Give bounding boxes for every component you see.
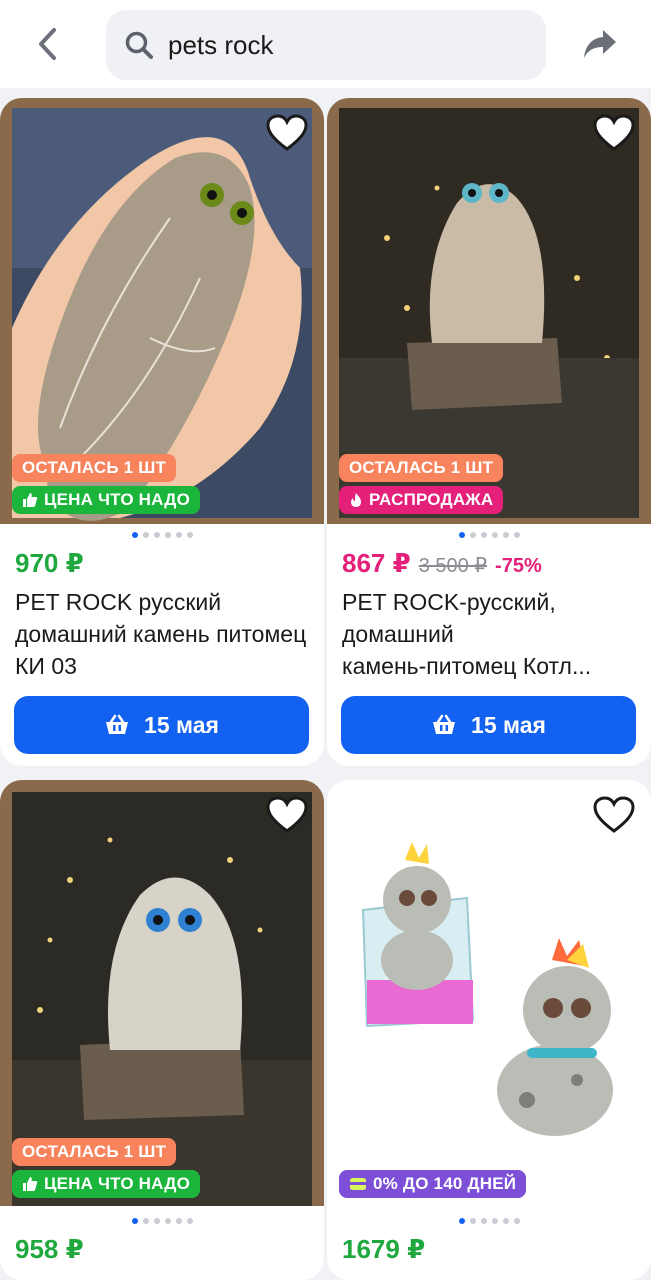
installment-badge: 0% ДО 140 ДНЕЙ xyxy=(339,1170,527,1198)
photo-pagination xyxy=(0,1218,324,1224)
price-badge-label: ЦЕНА ЧТО НАДО xyxy=(44,1174,191,1193)
stock-badge: ОСТАЛАСЬ 1 ШТ xyxy=(339,454,504,482)
basket-icon xyxy=(106,714,129,734)
search-icon xyxy=(125,31,153,59)
product-card[interactable]: ОСТАЛАСЬ 1 ШТ ЦЕНА ЧТО НАДО 958 ₽ xyxy=(0,780,324,1280)
share-button[interactable] xyxy=(580,24,620,64)
stock-badge: ОСТАЛАСЬ 1 ШТ xyxy=(12,454,177,482)
price-badge: ЦЕНА ЧТО НАДО xyxy=(12,1170,201,1198)
product-photo[interactable]: ОСТАЛАСЬ 1 ШТ РАСПРОДАЖА xyxy=(327,98,651,524)
product-photo[interactable]: ОСТАЛАСЬ 1 ШТ ЦЕНА ЧТО НАДО xyxy=(0,98,324,524)
search-input[interactable] xyxy=(168,29,528,61)
flame-icon xyxy=(351,493,361,507)
sale-badge: РАСПРОДАЖА xyxy=(339,486,504,514)
add-to-cart-button[interactable]: 15 мая xyxy=(14,696,309,754)
thumbs-up-icon xyxy=(23,493,38,507)
discount: -75% xyxy=(495,555,542,577)
search-field[interactable] xyxy=(106,10,546,80)
thumbs-up-icon xyxy=(23,1177,38,1191)
stock-badge: ОСТАЛАСЬ 1 ШТ xyxy=(12,1138,177,1166)
product-title[interactable]: PET ROCK-русский, домашний камень-питоме… xyxy=(342,586,642,682)
price-row: 867 ₽ 3 500 ₽ -75% xyxy=(342,548,542,579)
sale-badge-label: РАСПРОДАЖА xyxy=(369,490,494,509)
price: 970 ₽ xyxy=(15,548,84,578)
add-to-cart-button[interactable]: 15 мая xyxy=(341,696,636,754)
photo-pagination xyxy=(327,532,651,538)
product-title[interactable]: PET ROCK русский домашний камень питомец… xyxy=(15,586,315,682)
back-button[interactable] xyxy=(28,24,68,64)
delivery-date: 15 мая xyxy=(144,711,219,738)
heart-outline-icon[interactable] xyxy=(266,796,308,834)
product-card[interactable]: ОСТАЛАСЬ 1 ШТ РАСПРОДАЖА 867 ₽ 3 500 ₽ -… xyxy=(327,98,651,766)
price-badge-label: ЦЕНА ЧТО НАДО xyxy=(44,490,191,509)
photo-pagination xyxy=(0,532,324,538)
product-card[interactable]: ОСТАЛАСЬ 1 ШТ ЦЕНА ЧТО НАДО 970 ₽ PET RO… xyxy=(0,98,324,766)
heart-outline-icon[interactable] xyxy=(593,796,635,834)
product-photo[interactable]: ОСТАЛАСЬ 1 ШТ ЦЕНА ЧТО НАДО xyxy=(0,780,324,1206)
price-row: 970 ₽ xyxy=(15,548,84,579)
product-card[interactable]: 0% ДО 140 ДНЕЙ 1679 ₽ xyxy=(327,780,651,1280)
product-title-line: домашний xyxy=(342,621,454,647)
product-title-line: PET ROCK-русский, xyxy=(342,589,556,615)
price-badge: ЦЕНА ЧТО НАДО xyxy=(12,486,201,514)
product-title-line: камень-питомец Котл... xyxy=(342,653,592,679)
price-row: 1679 ₽ xyxy=(342,1234,425,1265)
old-price: 3 500 ₽ xyxy=(418,555,488,577)
product-photo[interactable]: 0% ДО 140 ДНЕЙ xyxy=(327,780,651,1206)
heart-outline-icon[interactable] xyxy=(593,114,635,152)
price-row: 958 ₽ xyxy=(15,1234,84,1265)
search-header xyxy=(0,0,651,88)
installment-badge-label: 0% ДО 140 ДНЕЙ xyxy=(373,1174,517,1193)
price: 867 ₽ xyxy=(342,548,411,578)
price: 1679 ₽ xyxy=(342,1234,426,1264)
share-icon xyxy=(584,30,616,58)
price: 958 ₽ xyxy=(15,1234,84,1264)
heart-outline-icon[interactable] xyxy=(266,114,308,152)
photo-pagination xyxy=(327,1218,651,1224)
delivery-date: 15 мая xyxy=(471,711,546,738)
card-icon xyxy=(350,1178,366,1190)
basket-icon xyxy=(433,714,456,734)
arrow-left-icon xyxy=(39,28,56,60)
search-results-page: ОСТАЛАСЬ 1 ШТ ЦЕНА ЧТО НАДО 970 ₽ PET RO… xyxy=(0,0,651,1280)
